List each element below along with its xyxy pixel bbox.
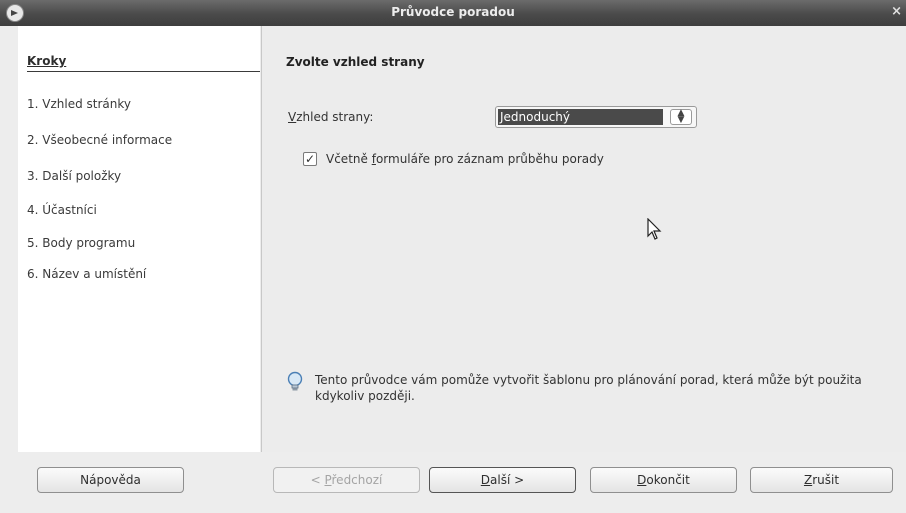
step-item[interactable]: 4. Účastníci (27, 203, 97, 217)
steps-divider (27, 71, 260, 72)
title-bar: Průvodce poradou × (0, 0, 906, 26)
include-form-checkbox[interactable]: ✓ (303, 152, 317, 166)
page-layout-value: Jednoduchý (498, 109, 663, 125)
content-panel: Zvolte vzhled strany Vzhled strany: Jedn… (261, 26, 906, 452)
next-button[interactable]: Další > (429, 467, 576, 493)
steps-panel: Kroky 1. Vzhled stránky 2. Všeobecné inf… (18, 26, 260, 452)
page-heading: Zvolte vzhled strany (286, 55, 425, 69)
step-item[interactable]: 3. Další položky (27, 169, 121, 183)
steps-heading: Kroky (27, 54, 67, 68)
step-item[interactable]: 6. Název a umístění (27, 267, 146, 281)
cancel-button[interactable]: Zrušit (750, 467, 893, 493)
page-layout-select[interactable]: Jednoduchý ▲ ▼ (495, 106, 697, 128)
lightbulb-icon (287, 371, 303, 391)
page-layout-label: Vzhled strany: (288, 110, 374, 124)
step-item[interactable]: 1. Vzhled stránky (27, 97, 131, 111)
button-bar: Nápověda < Předchozí Další > Dokončit Zr… (0, 452, 906, 513)
finish-button[interactable]: Dokončit (590, 467, 737, 493)
info-text: Tento průvodce vám pomůže vytvořit šablo… (315, 373, 862, 403)
include-form-label[interactable]: Včetně formuláře pro záznam průběhu pora… (326, 152, 604, 166)
spin-arrows-icon[interactable]: ▲ ▼ (670, 109, 692, 125)
step-item[interactable]: 2. Všeobecné informace (27, 133, 172, 147)
close-icon[interactable]: × (891, 4, 902, 19)
step-item[interactable]: 5. Body programu (27, 236, 135, 250)
previous-button[interactable]: < Předchozí (273, 467, 420, 493)
help-button[interactable]: Nápověda (37, 467, 184, 493)
window-title: Průvodce poradou (391, 5, 515, 19)
mouse-pointer-icon (647, 218, 662, 240)
